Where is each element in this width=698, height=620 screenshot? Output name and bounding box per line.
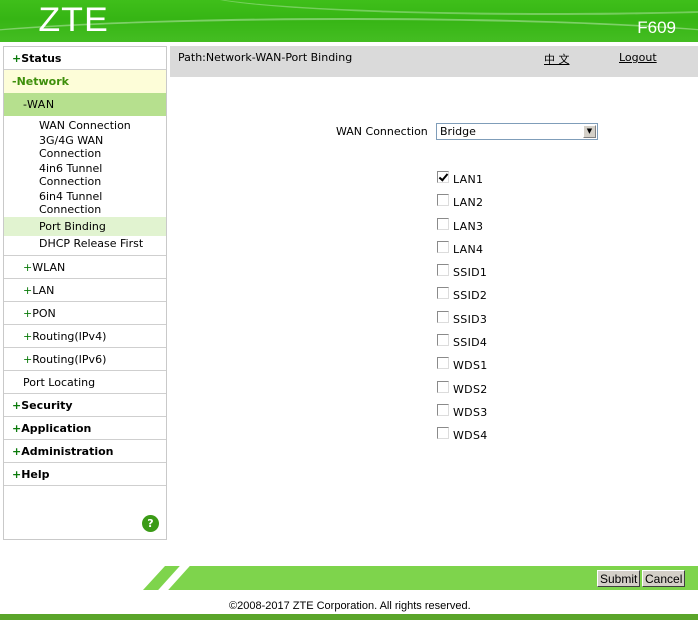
sidebar-item-lan[interactable]: +LAN [4, 279, 166, 302]
wan-connection-select[interactable]: Bridge ▼ [436, 123, 598, 140]
sidebar-item-3g4g-wan-connection[interactable]: 3G/4G WAN Connection [4, 133, 114, 161]
cancel-button[interactable]: Cancel [642, 570, 686, 587]
port-label: SSID4 [453, 336, 488, 350]
sidebar-item-help[interactable]: +Help [4, 463, 166, 486]
model-name: F609 [637, 18, 676, 37]
port-checkbox[interactable] [437, 217, 449, 230]
sidebar-item-port-locating[interactable]: Port Locating [4, 371, 166, 394]
port-label: LAN3 [453, 219, 484, 233]
port-option-lan3: LAN3 [437, 217, 488, 241]
port-option-wds3: WDS3 [437, 403, 488, 427]
breadcrumb-bar: Path:Network-WAN-Port Binding 中 文 Logout [170, 46, 698, 77]
port-option-wds4: WDS4 [437, 427, 488, 450]
sidebar-item-administration[interactable]: +Administration [4, 440, 166, 463]
port-label: WDS2 [453, 382, 488, 396]
port-option-wds1: WDS1 [437, 357, 488, 380]
submit-button[interactable]: Submit [597, 570, 641, 587]
sidebar-item-network[interactable]: -Network [4, 70, 166, 93]
port-option-lan4: LAN4 [437, 240, 488, 264]
sidebar-item-label: PON [32, 307, 56, 320]
port-checkbox[interactable] [437, 310, 449, 323]
sidebar-item-label: Help [21, 468, 50, 481]
port-label: LAN4 [453, 242, 484, 256]
port-label: WDS4 [453, 429, 488, 443]
port-checkbox[interactable] [437, 380, 449, 393]
port-binding-list: LAN1 LAN2 LAN3 LAN4 SSID1 SSID2 SSID3 SS… [437, 171, 488, 451]
sidebar-item-label: Port Locating [23, 376, 96, 389]
sidebar-item-label: Status [21, 52, 62, 65]
port-option-ssid4: SSID4 [437, 334, 488, 357]
footer-bar [0, 614, 698, 620]
wan-connection-selected-value: Bridge [440, 125, 476, 138]
port-checkbox[interactable] [437, 240, 449, 253]
port-checkbox[interactable] [437, 403, 449, 416]
zte-logo: ZTE [38, 1, 109, 39]
decorative-stripe [158, 566, 190, 590]
dropdown-arrow-icon[interactable]: ▼ [583, 125, 596, 138]
sidebar-item-wlan[interactable]: +WLAN [4, 256, 166, 279]
sidebar-item-routing-ipv6[interactable]: +Routing(IPv6) [4, 348, 166, 371]
port-checkbox[interactable] [437, 427, 449, 440]
expand-icon: + [23, 284, 33, 297]
banner-decoration [200, 0, 698, 15]
port-checkbox[interactable] [437, 287, 449, 300]
port-option-lan1: LAN1 [437, 171, 488, 194]
sidebar-nav: +Status -Network -WAN WAN Connection 3G/… [3, 46, 167, 540]
wan-connection-label: WAN Connection [336, 125, 428, 138]
sidebar-item-status[interactable]: +Status [4, 47, 166, 70]
port-label: LAN2 [453, 196, 484, 210]
breadcrumb: Path:Network-WAN-Port Binding [178, 51, 353, 64]
expand-icon: + [23, 330, 33, 343]
sidebar-item-label: Network [16, 75, 69, 88]
sidebar-item-port-binding[interactable]: Port Binding [4, 217, 166, 236]
sidebar-item-security[interactable]: +Security [4, 394, 166, 417]
logout-link[interactable]: Logout [619, 51, 657, 64]
sidebar-item-label: Security [21, 399, 73, 412]
port-checkbox[interactable] [437, 357, 449, 370]
port-label: WDS1 [453, 359, 488, 373]
expand-icon: + [12, 445, 22, 458]
sidebar-item-routing-ipv4[interactable]: +Routing(IPv4) [4, 325, 166, 348]
help-icon[interactable]: ? [142, 515, 159, 532]
port-option-ssid3: SSID3 [437, 310, 488, 334]
port-checkbox[interactable] [437, 334, 449, 347]
sidebar-item-4in6-tunnel[interactable]: 4in6 Tunnel Connection [4, 161, 114, 189]
port-checkbox[interactable] [437, 194, 449, 207]
sidebar-item-label: Routing(IPv4) [32, 330, 107, 343]
expand-icon: + [23, 261, 33, 274]
port-label: LAN1 [453, 173, 484, 186]
sidebar-item-6in4-tunnel[interactable]: 6in4 Tunnel Connection [4, 189, 114, 217]
sidebar-item-label: WAN [27, 98, 55, 111]
port-label: SSID3 [453, 312, 488, 326]
port-checkbox[interactable] [437, 264, 449, 277]
port-label: SSID2 [453, 289, 488, 303]
language-switch-link[interactable]: 中 文 [544, 51, 570, 67]
sidebar-item-dhcp-release-first[interactable]: DHCP Release First [4, 236, 166, 251]
sidebar-item-label: WLAN [32, 261, 66, 274]
port-checkbox[interactable] [437, 171, 449, 183]
sidebar-item-wan[interactable]: -WAN [4, 93, 166, 116]
expand-icon: + [23, 307, 33, 320]
sidebar-item-label: Administration [21, 445, 114, 458]
expand-icon: + [12, 52, 22, 65]
expand-icon: + [23, 353, 33, 366]
wan-submenu: WAN Connection 3G/4G WAN Connection 4in6… [4, 116, 166, 256]
port-option-wds2: WDS2 [437, 380, 488, 404]
port-option-ssid2: SSID2 [437, 287, 488, 310]
sidebar-item-application[interactable]: +Application [4, 417, 166, 440]
sidebar-item-label: Routing(IPv6) [32, 353, 107, 366]
sidebar-item-label: LAN [32, 284, 55, 297]
expand-icon: + [12, 468, 22, 481]
sidebar-item-wan-connection[interactable]: WAN Connection [4, 118, 166, 133]
port-option-ssid1: SSID1 [437, 264, 488, 287]
port-label: WDS3 [453, 405, 488, 419]
expand-icon: + [12, 422, 22, 435]
sidebar-item-pon[interactable]: +PON [4, 302, 166, 325]
port-label: SSID1 [453, 266, 488, 280]
expand-icon: + [12, 399, 22, 412]
header-banner: ZTE F609 [0, 0, 698, 42]
port-option-lan2: LAN2 [437, 194, 488, 217]
sidebar-item-label: Application [21, 422, 92, 435]
copyright-text: ©2008-2017 ZTE Corporation. All rights r… [229, 600, 471, 612]
